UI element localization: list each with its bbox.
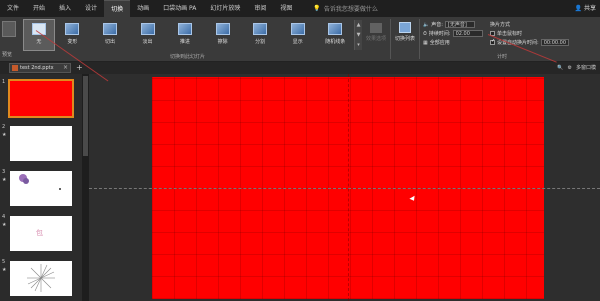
animation-star-icon: ★: [2, 267, 7, 273]
lightbulb-icon: 💡: [313, 5, 321, 12]
vertical-guide[interactable]: [348, 74, 349, 301]
slide-text: 包: [36, 229, 43, 237]
apply-all-icon: ▦: [423, 39, 428, 46]
sunburst-graphic: [27, 264, 55, 292]
timing-right-group: 换片方式 单击鼠标时 设置自动换片时间: 00:00.00: [490, 20, 590, 47]
advance-heading: 换片方式: [490, 22, 511, 28]
preview-button[interactable]: [2, 21, 16, 37]
scrollbar-thumb[interactable]: [83, 76, 88, 156]
effect-options-button[interactable]: 效果选项: [364, 20, 388, 50]
tab-home[interactable]: 开始: [26, 0, 52, 17]
ribbon-separator: [419, 19, 420, 59]
transition-list-icon: [399, 22, 411, 33]
multi-window-area: 🔍 ⚙ 多窗口模: [557, 63, 596, 73]
transition-none[interactable]: 无: [23, 19, 55, 51]
slide-thumbnail[interactable]: [8, 79, 74, 118]
transition-random-bars-icon: [328, 23, 343, 35]
slide-thumbnail[interactable]: [10, 261, 72, 296]
group-label-timing: 计时: [497, 54, 508, 60]
document-title: test 2nd.pptx: [20, 65, 54, 71]
animation-star-icon: ★: [2, 132, 7, 138]
transition-wipe-icon: [215, 23, 230, 35]
slide-number: 3: [2, 169, 6, 175]
tab-file[interactable]: 文件: [0, 0, 26, 17]
gallery-scroll[interactable]: ▲ ▼ ▾: [354, 20, 362, 50]
thumbnail-scrollbar[interactable]: [82, 74, 89, 301]
ribbon-panel: 预览 无 变形 切出 淡出 推进 擦除 分割 显示 随机线条 ▲ ▼ ▾ 效果选…: [0, 17, 600, 62]
tab-animations[interactable]: 动画: [130, 0, 156, 17]
apply-all-label: 全部应用: [429, 40, 450, 46]
transition-morph-icon: [65, 23, 80, 35]
apply-all-button[interactable]: ▦ 全部应用: [423, 38, 488, 47]
group-label-transitions: 切换到此幻灯片: [170, 54, 206, 60]
transition-push-icon: [178, 23, 193, 35]
user-icon: 👤: [574, 5, 582, 12]
transition-split-icon: [253, 23, 268, 35]
timing-left-group: 🔈 声音: [无声音] ⏱ 持续时间: 02.00 ▦ 全部应用: [423, 20, 488, 47]
share-label: 共享: [583, 5, 596, 12]
after-time-input[interactable]: 00:00.00: [540, 39, 570, 46]
new-tab-plus-icon[interactable]: +: [76, 63, 83, 73]
after-checkbox[interactable]: [490, 40, 495, 45]
slide-thumbnail[interactable]: 包: [10, 216, 72, 251]
slide-number: 5: [2, 259, 6, 265]
share-button[interactable]: 👤 共享: [575, 0, 597, 17]
slide-thumbnail-panel: 1 2 ★ 3 ★ 4 ★ 包 5 ★: [0, 74, 82, 301]
tab-slideshow[interactable]: 幻灯片放映: [203, 0, 247, 17]
duration-label: 持续时间:: [428, 31, 451, 37]
transition-push[interactable]: 推进: [166, 20, 204, 50]
on-click-label: 单击鼠标时: [497, 31, 523, 37]
sound-select[interactable]: [无声音]: [444, 21, 475, 28]
transition-gallery: 无 变形 切出 淡出 推进 擦除 分割 显示 随机线条: [23, 19, 354, 51]
preview-label: 预览: [2, 52, 13, 58]
slide-number: 4: [2, 214, 6, 220]
clock-icon: ⏱: [423, 30, 427, 37]
slide-editing-canvas: [89, 74, 600, 301]
ribbon-separator: [390, 19, 391, 59]
gallery-down-icon[interactable]: ▼: [355, 30, 362, 40]
effect-options-icon: [370, 23, 382, 33]
transition-list-button[interactable]: 切换列表: [393, 20, 417, 50]
transition-reveal-icon: [290, 23, 305, 35]
tab-design[interactable]: 设计: [78, 0, 104, 17]
transition-cut[interactable]: 切出: [91, 20, 129, 50]
horizontal-guide[interactable]: [89, 188, 600, 189]
tab-pocket-animation[interactable]: 口袋动画 PA: [156, 0, 203, 17]
transition-fade-icon: [140, 23, 155, 35]
transition-wipe[interactable]: 擦除: [204, 20, 242, 50]
document-tab[interactable]: test 2nd.pptx ×: [9, 63, 71, 73]
tab-transitions[interactable]: 切换: [104, 0, 131, 17]
sound-label: 声音:: [431, 22, 443, 28]
search-icon[interactable]: 🔍: [557, 63, 563, 73]
purple-shape-graphic: [19, 174, 61, 190]
slide-thumbnail[interactable]: [10, 171, 72, 206]
duration-input[interactable]: 02.00: [452, 30, 483, 37]
tab-review[interactable]: 审阅: [247, 0, 273, 17]
tell-me-text: 告诉我您想要做什么: [323, 6, 378, 13]
tab-view[interactable]: 视图: [273, 0, 299, 17]
pptx-icon: [12, 65, 18, 71]
transition-reveal[interactable]: 显示: [279, 20, 317, 50]
ribbon-tabbar: 文件 开始 插入 设计 切换 动画 口袋动画 PA 幻灯片放映 审阅 视图 💡 …: [0, 0, 600, 17]
gallery-more-icon[interactable]: ▾: [355, 40, 362, 50]
gear-icon[interactable]: ⚙: [568, 63, 572, 73]
powerpoint-window: 文件 开始 插入 设计 切换 动画 口袋动画 PA 幻灯片放映 审阅 视图 💡 …: [0, 0, 600, 301]
multi-window-button[interactable]: 多窗口模: [576, 63, 596, 73]
transition-cut-icon: [102, 23, 117, 35]
slide-thumbnail[interactable]: [10, 126, 72, 161]
slide-number: 2: [2, 124, 6, 130]
transition-random-bars[interactable]: 随机线条: [316, 20, 354, 50]
slide-number: 1: [2, 79, 6, 85]
sound-icon: 🔈: [423, 21, 430, 28]
tab-insert[interactable]: 插入: [52, 0, 78, 17]
transition-split[interactable]: 分割: [241, 20, 279, 50]
gallery-up-icon[interactable]: ▲: [355, 20, 362, 30]
tell-me-search[interactable]: 💡 告诉我您想要做什么: [313, 4, 378, 13]
animation-star-icon: ★: [2, 177, 7, 183]
transition-fade[interactable]: 淡出: [129, 20, 167, 50]
animation-star-icon: ★: [2, 222, 7, 228]
close-icon[interactable]: ×: [63, 64, 68, 72]
